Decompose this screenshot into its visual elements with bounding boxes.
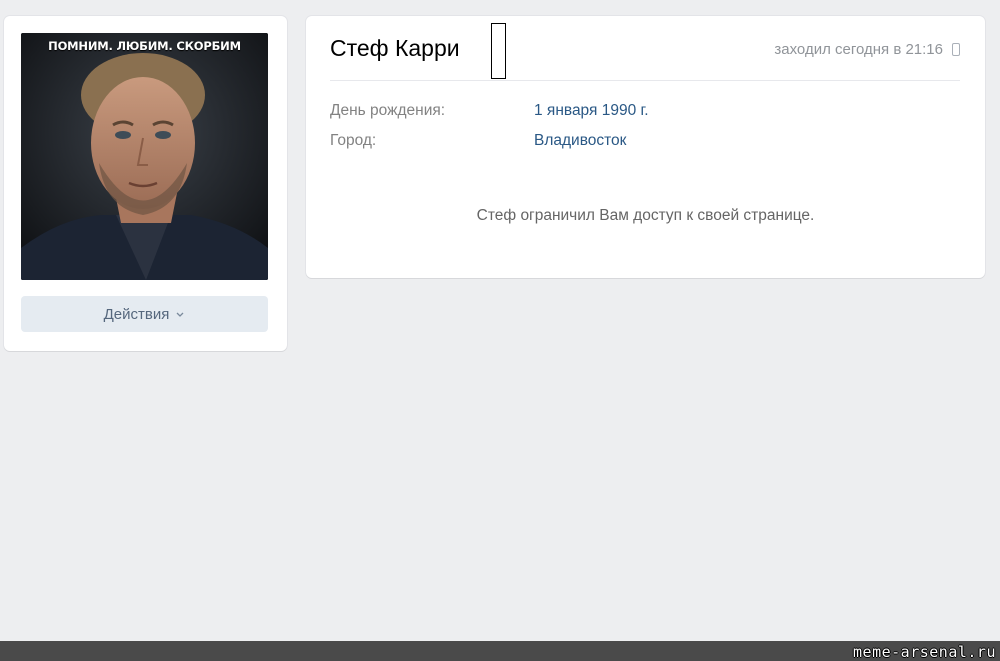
text-cursor-box xyxy=(491,23,506,79)
profile-info-card: Стеф Карри заходил сегодня в 21:16 День … xyxy=(306,16,985,278)
city-label: Город: xyxy=(330,132,377,149)
footer-bar xyxy=(0,641,1000,661)
city-value-link[interactable]: Владивосток xyxy=(534,132,626,150)
actions-button-label: Действия xyxy=(103,305,170,323)
birthday-value-link[interactable]: 1 января 1990 г. xyxy=(534,102,649,120)
last-seen-status: заходил сегодня в 21:16 xyxy=(774,41,943,58)
profile-name: Стеф Карри xyxy=(330,35,460,61)
watermark-text: meme-arsenal.ru xyxy=(853,643,996,661)
avatar[interactable]: ПОМНИМ. ЛЮБИМ. СКОРБИМ xyxy=(21,33,268,280)
chevron-down-icon xyxy=(176,312,184,317)
birthday-label: День рождения: xyxy=(330,102,446,119)
mobile-phone-icon xyxy=(952,43,960,56)
restricted-access-message: Стеф ограничил Вам доступ к своей страни… xyxy=(476,207,815,224)
avatar-photo xyxy=(21,33,268,280)
profile-avatar-card: ПОМНИМ. ЛЮБИМ. СКОРБИМ Действия xyxy=(4,16,287,351)
actions-dropdown-button[interactable]: Действия xyxy=(21,296,268,332)
header-divider xyxy=(330,80,960,81)
avatar-caption: ПОМНИМ. ЛЮБИМ. СКОРБИМ xyxy=(48,39,241,53)
